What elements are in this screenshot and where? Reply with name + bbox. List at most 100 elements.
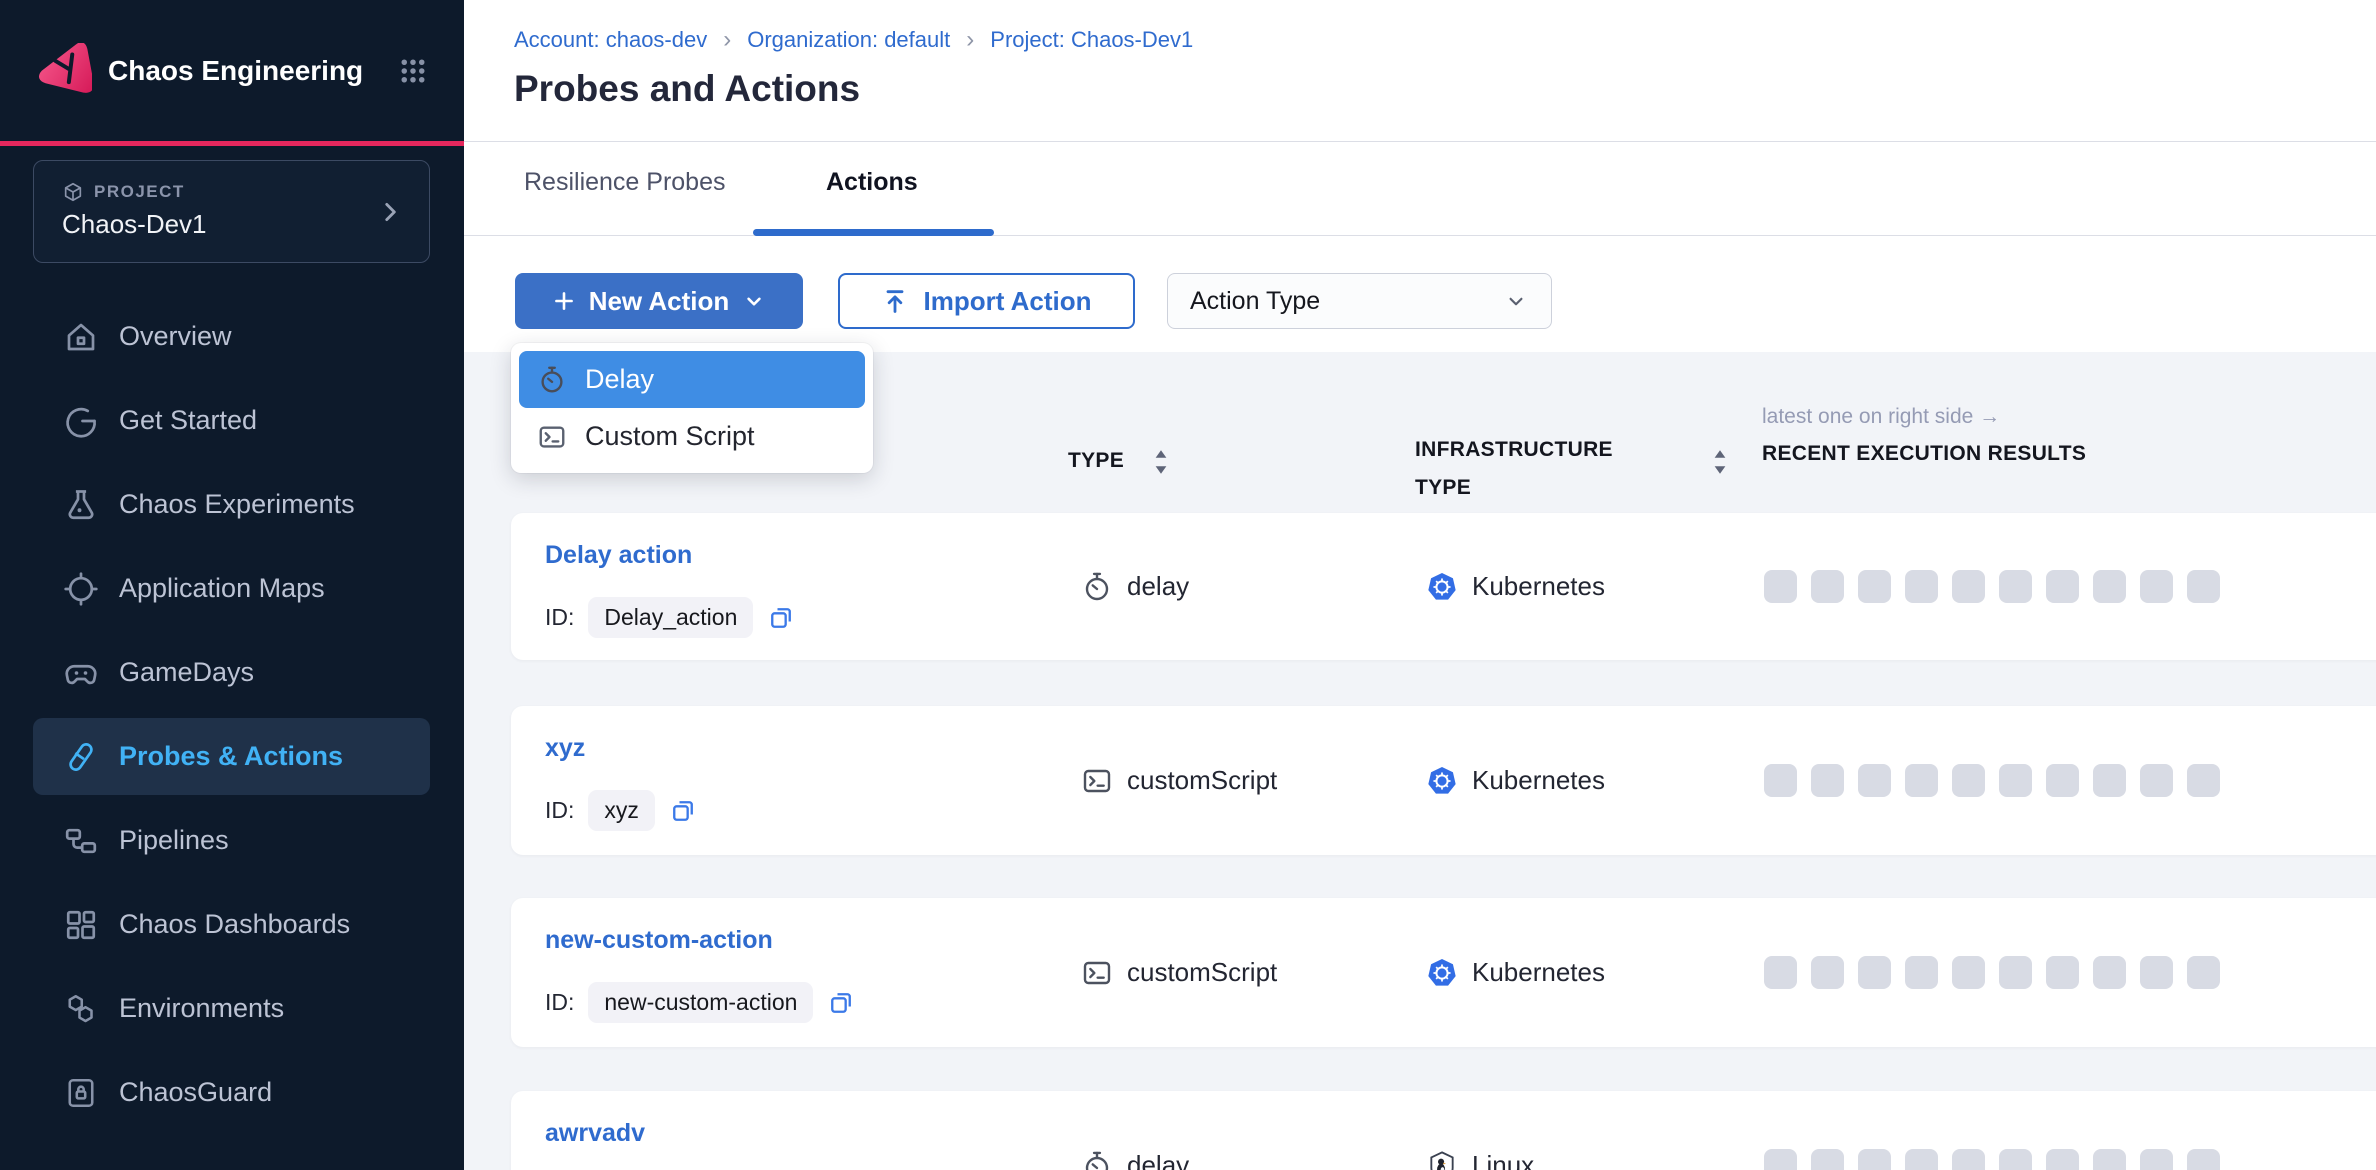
- chevron-right-icon: [377, 199, 403, 225]
- column-header-infrastructure-type: INFRASTRUCTURE TYPE: [1415, 431, 1613, 507]
- copy-icon[interactable]: [827, 989, 855, 1017]
- id-label: ID:: [545, 604, 574, 631]
- stopwatch-icon: [537, 365, 567, 395]
- type-cell: delay: [1081, 1091, 1189, 1170]
- cube-icon: [62, 181, 84, 203]
- sidebar-item-application-maps[interactable]: Application Maps: [33, 550, 430, 627]
- tab-bar: Resilience Probes Actions: [464, 142, 2376, 236]
- chevron-down-icon: [741, 288, 767, 314]
- sort-icon[interactable]: [1707, 447, 1733, 477]
- app-switcher-grid-icon[interactable]: [398, 56, 428, 86]
- column-header-type: TYPE: [1068, 442, 1124, 480]
- project-label: PROJECT: [94, 182, 185, 202]
- tab-resilience-probes[interactable]: Resilience Probes: [524, 168, 726, 197]
- new-action-dropdown-menu: Delay Custom Script: [511, 343, 873, 473]
- import-action-button[interactable]: Import Action: [838, 273, 1135, 329]
- linux-icon: [1426, 1150, 1458, 1170]
- copy-icon[interactable]: [669, 797, 697, 825]
- tab-actions[interactable]: Actions: [826, 168, 918, 197]
- terminal-icon: [537, 422, 567, 452]
- copy-icon[interactable]: [767, 604, 795, 632]
- active-tab-indicator: [753, 229, 994, 236]
- action-name-link[interactable]: awrvadv: [545, 1119, 645, 1148]
- main-content: Account: chaos-dev › Organization: defau…: [464, 0, 2376, 1170]
- type-cell: delay: [1081, 513, 1189, 660]
- chaos-engineering-logo: [36, 43, 92, 99]
- lock-icon: [63, 1075, 99, 1111]
- action-id-chip: Delay_action: [588, 597, 753, 638]
- sidebar-item-get-started[interactable]: Get Started: [33, 382, 430, 459]
- accent-divider: [0, 141, 464, 146]
- action-name-link[interactable]: xyz: [545, 734, 585, 763]
- id-label: ID:: [545, 797, 574, 824]
- breadcrumb-account[interactable]: Account: chaos-dev: [514, 27, 707, 53]
- table-row[interactable]: awrvadv delay Linux: [511, 1091, 2376, 1170]
- action-name-link[interactable]: new-custom-action: [545, 926, 773, 955]
- menu-item-custom-script[interactable]: Custom Script: [519, 408, 865, 465]
- kubernetes-icon: [1426, 957, 1458, 989]
- execution-placeholder: [1764, 570, 1797, 603]
- pipeline-icon: [63, 823, 99, 859]
- recent-execution-results: [1764, 898, 2220, 1047]
- table-row[interactable]: Delay action ID: Delay_action delay Kube…: [511, 513, 2376, 660]
- sidebar-nav: Overview Get Started Chaos Experiments A…: [0, 298, 464, 1138]
- sidebar-item-chaosguard[interactable]: ChaosGuard: [33, 1054, 430, 1131]
- new-action-button[interactable]: New Action: [515, 273, 803, 329]
- action-type-select[interactable]: Action Type: [1167, 273, 1552, 329]
- project-selector[interactable]: PROJECT Chaos-Dev1: [33, 160, 430, 263]
- action-id-chip: new-custom-action: [588, 982, 813, 1023]
- chevron-down-icon: [1503, 288, 1529, 314]
- sidebar-header: Chaos Engineering: [0, 0, 464, 141]
- action-id-chip: xyz: [588, 790, 655, 831]
- action-name-link[interactable]: Delay action: [545, 541, 692, 570]
- sidebar-item-pipelines[interactable]: Pipelines: [33, 802, 430, 879]
- menu-item-delay[interactable]: Delay: [519, 351, 865, 408]
- sidebar-item-environments[interactable]: Environments: [33, 970, 430, 1047]
- hexagons-icon: [63, 991, 99, 1027]
- infrastructure-cell: Kubernetes: [1426, 513, 1605, 660]
- recent-execution-results: [1764, 1091, 2220, 1170]
- stopwatch-icon: [1081, 1150, 1113, 1170]
- infrastructure-cell: Kubernetes: [1426, 898, 1605, 1047]
- breadcrumb-separator: ›: [966, 26, 974, 54]
- flask-icon: [63, 487, 99, 523]
- sidebar-item-chaos-experiments[interactable]: Chaos Experiments: [33, 466, 430, 543]
- dashboard-icon: [63, 907, 99, 943]
- progress-circle-icon: [63, 403, 99, 439]
- page-title: Probes and Actions: [514, 68, 860, 110]
- results-hint: latest one on right side →: [1762, 402, 2086, 432]
- table-row[interactable]: new-custom-action ID: new-custom-action …: [511, 898, 2376, 1047]
- plus-icon: [551, 288, 577, 314]
- gamepad-icon: [63, 655, 99, 691]
- infrastructure-cell: Linux: [1426, 1091, 1534, 1170]
- sidebar-item-gamedays[interactable]: GameDays: [33, 634, 430, 711]
- breadcrumb: Account: chaos-dev › Organization: defau…: [514, 26, 1193, 54]
- breadcrumb-project[interactable]: Project: Chaos-Dev1: [990, 27, 1193, 53]
- terminal-icon: [1081, 765, 1113, 797]
- type-cell: customScript: [1081, 706, 1277, 855]
- sidebar-item-chaos-dashboards[interactable]: Chaos Dashboards: [33, 886, 430, 963]
- breadcrumb-organization[interactable]: Organization: default: [747, 27, 950, 53]
- sidebar-item-overview[interactable]: Overview: [33, 298, 430, 375]
- sidebar: Chaos Engineering PROJECT Chaos-Dev1: [0, 0, 464, 1170]
- app-window: Chaos Engineering PROJECT Chaos-Dev1: [0, 0, 2376, 1170]
- terminal-icon: [1081, 957, 1113, 989]
- id-label: ID:: [545, 989, 574, 1016]
- kubernetes-icon: [1426, 765, 1458, 797]
- home-icon: [63, 319, 99, 355]
- infrastructure-cell: Kubernetes: [1426, 706, 1605, 855]
- sort-icon[interactable]: [1148, 447, 1174, 477]
- actions-table: TYPE INFRASTRUCTURE TYPE latest one on r…: [464, 352, 2376, 1170]
- toolbar: New Action Import Action Action Type: [464, 236, 2376, 352]
- upload-icon: [881, 287, 909, 315]
- column-header-results: latest one on right side → RECENT EXECUT…: [1762, 402, 2086, 466]
- project-name: Chaos-Dev1: [62, 209, 405, 240]
- stopwatch-icon: [1081, 571, 1113, 603]
- target-icon: [63, 571, 99, 607]
- test-tube-icon: [63, 739, 99, 775]
- sidebar-item-probes-and-actions[interactable]: Probes & Actions: [33, 718, 430, 795]
- product-title: Chaos Engineering: [108, 55, 398, 87]
- table-row[interactable]: xyz ID: xyz customScript Kubernetes: [511, 706, 2376, 855]
- recent-execution-results: [1764, 706, 2220, 855]
- breadcrumb-separator: ›: [723, 26, 731, 54]
